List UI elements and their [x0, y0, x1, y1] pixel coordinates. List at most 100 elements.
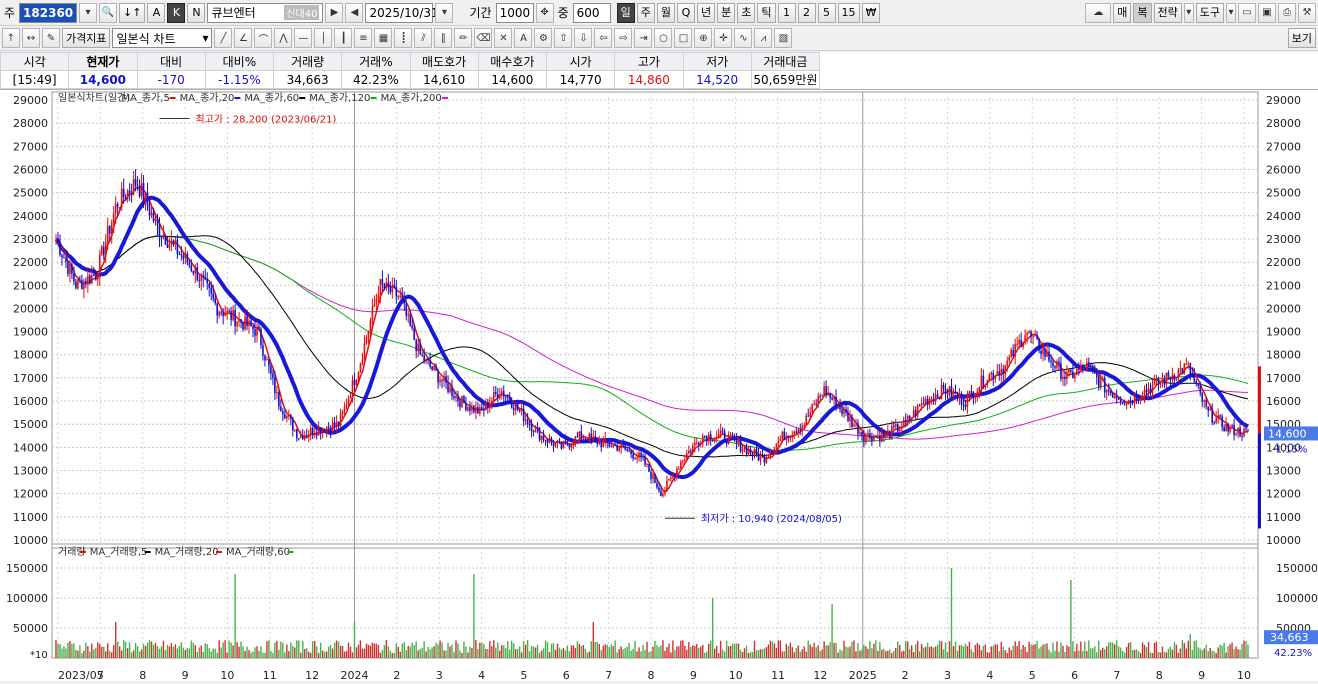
search-icon[interactable]: 🔍 — [99, 2, 118, 23]
candle-body — [417, 343, 419, 352]
interval-2[interactable]: 2 — [797, 2, 816, 23]
angle-icon[interactable]: ∠ — [234, 28, 253, 48]
timeframe-month[interactable]: 월 — [656, 2, 675, 23]
volume-bar — [210, 651, 212, 658]
volume-bar — [1185, 648, 1188, 658]
k-button[interactable]: K — [167, 2, 186, 23]
stock-tags: 신대40 — [284, 5, 320, 20]
price-volume-chart[interactable]: 10000 10000 11000 11000 12000 12000 13000 13000… — [0, 90, 1318, 682]
time-zone-icon[interactable]: ┋ — [394, 28, 413, 48]
volume-bar — [572, 645, 575, 658]
a-button[interactable]: A — [147, 2, 166, 23]
zoom-icon[interactable]: ⊕ — [694, 28, 713, 48]
x-tick-label: 9 — [182, 669, 189, 681]
timeframe-quarter[interactable]: Q — [677, 2, 695, 23]
volume-bar — [668, 643, 670, 658]
rectangle-icon[interactable]: □ — [674, 28, 693, 48]
eraser-icon[interactable]: ⌫ — [474, 28, 493, 48]
strategy-button[interactable]: 전략 — [1153, 2, 1182, 23]
price-indicator-button[interactable]: 가격지표 — [62, 28, 111, 48]
strategy-dropdown-icon[interactable]: ▾ — [1183, 2, 1194, 23]
last-volume-pct-label: 42.23% — [1274, 648, 1312, 659]
buy-sell-button[interactable]: 매 — [1113, 2, 1132, 23]
volume-bar — [813, 642, 815, 658]
date-input[interactable]: 2025/10/31 — [365, 2, 439, 23]
save-icon[interactable]: ▣ — [1258, 2, 1276, 23]
arrow-up-icon[interactable]: ⇧ — [554, 28, 573, 48]
drawing-toolbar: ↑ ↔ ✎ 가격지표 일본식 차트 ▾ ╱ ∠ ⌒ ⋀ — │ ┃ ≡ ▦ ┋ … — [0, 26, 1318, 51]
view-button[interactable]: 보기 — [1287, 28, 1316, 48]
volume-bar — [793, 652, 795, 658]
sort-button[interactable]: ↓↑ — [119, 2, 146, 23]
settings-icon[interactable]: ⚙ — [534, 28, 553, 48]
won-button[interactable]: ₩ — [861, 2, 881, 23]
stock-code-input[interactable]: 182360 — [19, 2, 78, 23]
trendline-icon[interactable]: ╱ — [214, 28, 233, 48]
volume-bar — [942, 649, 945, 658]
candle-body — [212, 293, 215, 299]
fibonacci-icon[interactable]: ≡ — [354, 28, 373, 48]
candle-body — [978, 387, 981, 392]
tools-dropdown-icon[interactable]: ▾ — [1226, 2, 1236, 23]
channel-icon[interactable]: ⫽ — [414, 28, 433, 48]
volume-bar — [1096, 652, 1098, 658]
arrow-right-icon[interactable]: ⇨ — [614, 28, 633, 48]
fan-icon[interactable]: ⋀ — [274, 28, 293, 48]
move-icon[interactable]: ✥ — [535, 2, 554, 23]
export-icon[interactable]: ⇥ — [634, 28, 653, 48]
candle-body — [176, 240, 179, 254]
arc-icon[interactable]: ⌒ — [254, 28, 273, 48]
vertical-line-icon[interactable]: │ — [314, 28, 333, 48]
picture-icon[interactable]: ▧ — [774, 28, 793, 48]
left-right-icon[interactable]: ↔ — [22, 28, 40, 48]
interval-15[interactable]: 15 — [837, 2, 860, 23]
circle-icon[interactable]: ○ — [654, 28, 673, 48]
timeframe-second[interactable]: 초 — [737, 2, 756, 23]
interval-1[interactable]: 1 — [777, 2, 796, 23]
volume-bar — [377, 645, 380, 658]
candle-body — [327, 427, 330, 429]
timeframe-tick[interactable]: 틱 — [757, 2, 776, 23]
grid-icon[interactable]: ▦ — [374, 28, 393, 48]
timeframe-day[interactable]: 일 — [616, 2, 635, 23]
period-input[interactable]: 1000 — [495, 2, 534, 23]
zigzag-icon[interactable]: ⩘ — [754, 28, 773, 48]
timeframe-year[interactable]: 년 — [697, 2, 716, 23]
candle-body — [875, 435, 877, 437]
up-arrow-icon[interactable]: ↑ — [2, 28, 20, 48]
text-icon[interactable]: A — [514, 28, 533, 48]
delete-icon[interactable]: ✕ — [494, 28, 513, 48]
chart-area[interactable]: 10000 10000 11000 11000 12000 12000 13000 13000… — [0, 90, 1318, 682]
folder-icon[interactable]: ▭ — [1238, 2, 1256, 23]
code-dropdown-icon[interactable]: ▾ — [79, 2, 98, 23]
wrench-icon[interactable]: ⚒ — [1298, 2, 1316, 23]
next-play-icon[interactable]: ▶ — [325, 2, 344, 23]
calendar-dropdown-icon[interactable]: ▾ — [435, 2, 454, 23]
cloud-icon[interactable]: ☁ — [1085, 2, 1112, 23]
restore-button[interactable]: 복 — [1133, 2, 1152, 23]
timeframe-minute[interactable]: 분 — [717, 2, 736, 23]
wave-icon[interactable]: ∿ — [734, 28, 753, 48]
arrow-left-icon[interactable]: ⇦ — [594, 28, 613, 48]
print-icon[interactable]: ⎙ — [1278, 2, 1296, 23]
candle-body — [445, 376, 447, 383]
candle-body — [666, 480, 668, 491]
horizontal-line-icon[interactable]: — — [294, 28, 313, 48]
edit-icon[interactable]: ✎ — [42, 28, 60, 48]
parallel-icon[interactable]: ∥ — [434, 28, 453, 48]
volume-bar — [1225, 652, 1227, 658]
timeframe-week[interactable]: 주 — [636, 2, 655, 23]
volume-bar — [534, 647, 537, 658]
arrow-down-icon[interactable]: ⇩ — [574, 28, 593, 48]
count-input[interactable]: 600 — [572, 2, 611, 23]
crosshair-icon[interactable]: ✛ — [714, 28, 733, 48]
chart-type-select[interactable]: 일본식 차트 ▾ — [112, 28, 213, 48]
cycle-lines-icon[interactable]: ┃ — [334, 28, 353, 48]
pencil-icon[interactable]: ✏ — [454, 28, 473, 48]
n-button[interactable]: N — [187, 2, 206, 23]
tools-button[interactable]: 도구 — [1195, 2, 1224, 23]
interval-5[interactable]: 5 — [817, 2, 836, 23]
prev-play-icon[interactable]: ◀ — [345, 2, 364, 23]
candle-body — [873, 435, 875, 442]
stock-name-field[interactable]: 큐브엔터 신대40 — [207, 2, 324, 23]
